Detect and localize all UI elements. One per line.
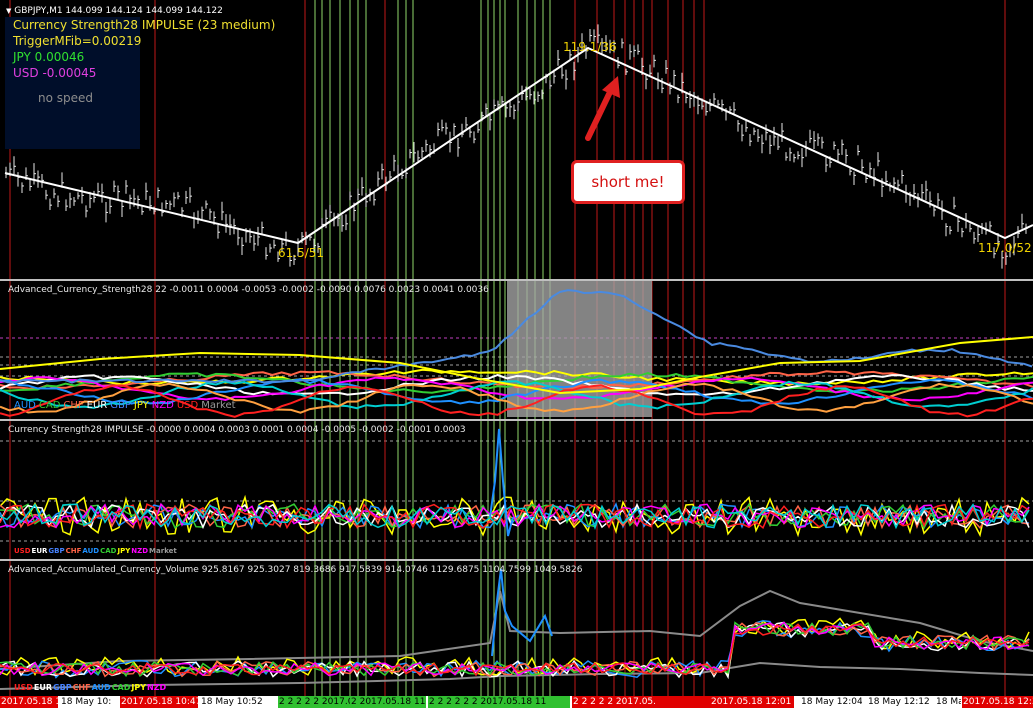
- low-level-label-right: 117.0/52: [978, 241, 1032, 255]
- legend-jpy: JPY: [133, 400, 149, 411]
- impulse-currency-legend: USDEURGBPCHFAUDCADJPYNZDMarket: [14, 547, 178, 555]
- time-tick: 2017.05.18 10:25: [0, 696, 58, 708]
- time-tick: 18 May 12:20: [935, 696, 961, 708]
- time-tick: 2017.05.18 12:3: [962, 696, 1033, 708]
- legend-cad: CAD: [100, 547, 117, 555]
- speed-status: no speed: [38, 91, 94, 105]
- legend-market: Market: [149, 547, 177, 555]
- info-lines: Currency Strength28 IMPULSE (23 medium) T…: [5, 17, 276, 81]
- time-tick: 2017.05.18 10:47: [120, 696, 198, 708]
- time-tick: 2017.05.18 12:01: [710, 696, 794, 708]
- callout-text: short me!: [591, 173, 665, 191]
- legend-usd: USD: [14, 683, 33, 692]
- collapse-triangle-icon[interactable]: ▼: [6, 7, 11, 15]
- legend-cad: CAD: [38, 400, 61, 411]
- time-tick: 2 2 2 2 2 2 2017.05.18 11: [428, 696, 570, 708]
- price-chart-pane[interactable]: ▼ GBPJPY,M1 144.099 144.124 144.099 144.…: [0, 0, 1033, 279]
- short-arrow-icon: [585, 89, 613, 141]
- strength-currency-legend: AUD CAD CHF EUR GBP JPY NZD USD Market: [14, 400, 239, 411]
- legend-usd: USD: [14, 547, 31, 555]
- info-line: USD -0.00045: [13, 66, 97, 80]
- legend-aud: AUD: [91, 683, 111, 692]
- volume-currency-legend: USDEURGBPCHFAUDCADJPYNZD: [14, 683, 167, 692]
- symbol-header: ▼ GBPJPY,M1 144.099 144.124 144.099 144.…: [6, 6, 223, 16]
- impulse-chart-canvas: [0, 421, 1033, 559]
- legend-aud: AUD: [82, 547, 100, 555]
- legend-eur: EUR: [33, 683, 53, 692]
- legend-gbp: GBP: [53, 683, 72, 692]
- time-tick: 18 May 12:12: [867, 696, 929, 708]
- info-line: JPY 0.00046: [13, 50, 85, 64]
- legend-nzd: NZD: [151, 400, 174, 411]
- time-tick: 2 2 2 2 2 2017.0: [278, 696, 350, 708]
- time-axis[interactable]: 2017.05.18 10:2518 May 10:2017.05.18 10:…: [0, 696, 1033, 721]
- legend-chf: CHF: [65, 547, 82, 555]
- price-chart-canvas: [4, 0, 1033, 279]
- legend-chf: CHF: [72, 683, 91, 692]
- impulse-indicator-title: Currency Strength28 IMPULSE -0.0000 0.00…: [8, 425, 466, 435]
- legend-eur: EUR: [86, 400, 108, 411]
- currency-strength-pane[interactable]: Advanced_Currency_Strength28 22 -0.0011 …: [0, 281, 1033, 419]
- high-level-label: 119.1/36: [563, 40, 617, 54]
- indicator-info-box: Currency Strength28 IMPULSE (23 medium) T…: [5, 17, 276, 149]
- time-tick: 2 2017.05.18 11:1: [350, 696, 426, 708]
- legend-aud: AUD: [14, 400, 36, 411]
- legend-gbp: GBP: [48, 547, 65, 555]
- low-level-label-left: 61.5/51: [278, 246, 325, 260]
- legend-usd: USD: [176, 400, 199, 411]
- info-line: Currency Strength28 IMPULSE (23 medium): [13, 18, 276, 32]
- strength-chart-canvas: [0, 281, 1033, 419]
- time-tick: 18 May 10:52: [200, 696, 272, 708]
- volume-indicator-title: Advanced_Accumulated_Currency_Volume 925…: [8, 565, 583, 575]
- volume-pane[interactable]: Advanced_Accumulated_Currency_Volume 925…: [0, 561, 1033, 696]
- legend-jpy: JPY: [117, 547, 131, 555]
- symbol-quote: GBPJPY,M1 144.099 144.124 144.099 144.12…: [14, 6, 223, 16]
- time-tick: 18 May 10:: [60, 696, 120, 708]
- info-line: TriggerMFib=0.00219: [13, 34, 142, 48]
- strength-indicator-title: Advanced_Currency_Strength28 22 -0.0011 …: [8, 285, 489, 295]
- legend-gbp: GBP: [110, 400, 131, 411]
- legend-chf: CHF: [63, 400, 84, 411]
- impulse-pane[interactable]: Currency Strength28 IMPULSE -0.0000 0.00…: [0, 421, 1033, 559]
- volume-chart-canvas: [0, 561, 1033, 696]
- short-me-callout: short me!: [571, 160, 685, 204]
- legend-jpy: JPY: [131, 683, 147, 692]
- zigzag-line: [4, 46, 1033, 245]
- time-tick: 18 May 12:04: [800, 696, 862, 708]
- legend-nzd: NZD: [131, 547, 149, 555]
- legend-market: Market: [201, 400, 236, 411]
- legend-eur: EUR: [31, 547, 48, 555]
- legend-cad: CAD: [111, 683, 131, 692]
- time-tick: 2 2 2 2 2 2017.05.: [572, 696, 710, 708]
- legend-nzd: NZD: [147, 683, 167, 692]
